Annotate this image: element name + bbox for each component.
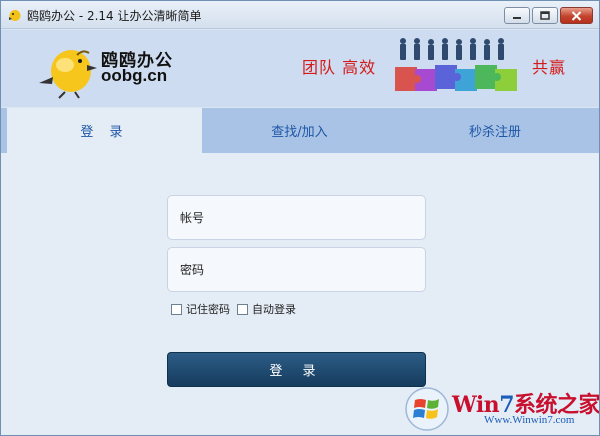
tab-find-join[interactable]: 查找/加入 bbox=[202, 108, 397, 153]
close-button[interactable] bbox=[560, 7, 593, 24]
tab-login[interactable]: 登 录 bbox=[7, 108, 202, 153]
remember-password-checkbox[interactable]: 记住密码 bbox=[171, 301, 230, 317]
auto-login-checkbox[interactable]: 自动登录 bbox=[237, 301, 296, 317]
password-placeholder: 密码 bbox=[180, 263, 205, 277]
logo-domain: oobg.cn bbox=[101, 66, 168, 85]
minimize-icon bbox=[513, 16, 521, 19]
login-button[interactable]: 登 录 bbox=[167, 352, 426, 387]
team-puzzle-graphic bbox=[395, 38, 517, 91]
auto-login-label: 自动登录 bbox=[252, 303, 296, 316]
window-title: 鸥鸥办公 - 2.14 让办公清晰简单 bbox=[27, 9, 202, 23]
app-window: 鸥鸥办公 - 2.14 让办公清晰简单 鸥鸥办公 oobg.cn 团队 高效 共… bbox=[0, 0, 600, 436]
auto-login-box[interactable] bbox=[237, 303, 248, 315]
remember-password-label: 记住密码 bbox=[186, 303, 230, 316]
windows-logo-icon bbox=[405, 387, 449, 431]
slogan-team-efficiency: 团队 高效 bbox=[302, 58, 377, 77]
slogan-win-win: 共赢 bbox=[532, 58, 567, 77]
remember-password-box[interactable] bbox=[171, 303, 182, 315]
watermark-url: Www.Winwin7.com bbox=[484, 414, 575, 426]
close-icon bbox=[571, 10, 582, 21]
tab-quick-register[interactable]: 秒杀注册 bbox=[397, 108, 593, 153]
header-banner: 鸥鸥办公 oobg.cn 团队 高效 共赢 bbox=[1, 30, 599, 107]
tab-bar: 登 录 查找/加入 秒杀注册 bbox=[1, 108, 599, 153]
password-field[interactable]: 密码 bbox=[167, 247, 426, 292]
maximize-button[interactable] bbox=[532, 7, 558, 24]
app-bird-icon bbox=[9, 10, 21, 21]
username-placeholder: 帐号 bbox=[180, 211, 205, 225]
maximize-icon bbox=[540, 11, 550, 20]
title-bar[interactable]: 鸥鸥办公 - 2.14 让办公清晰简单 bbox=[1, 1, 599, 29]
bird-logo-icon bbox=[39, 50, 97, 99]
minimize-button[interactable] bbox=[504, 7, 530, 24]
username-field[interactable]: 帐号 bbox=[167, 195, 426, 240]
